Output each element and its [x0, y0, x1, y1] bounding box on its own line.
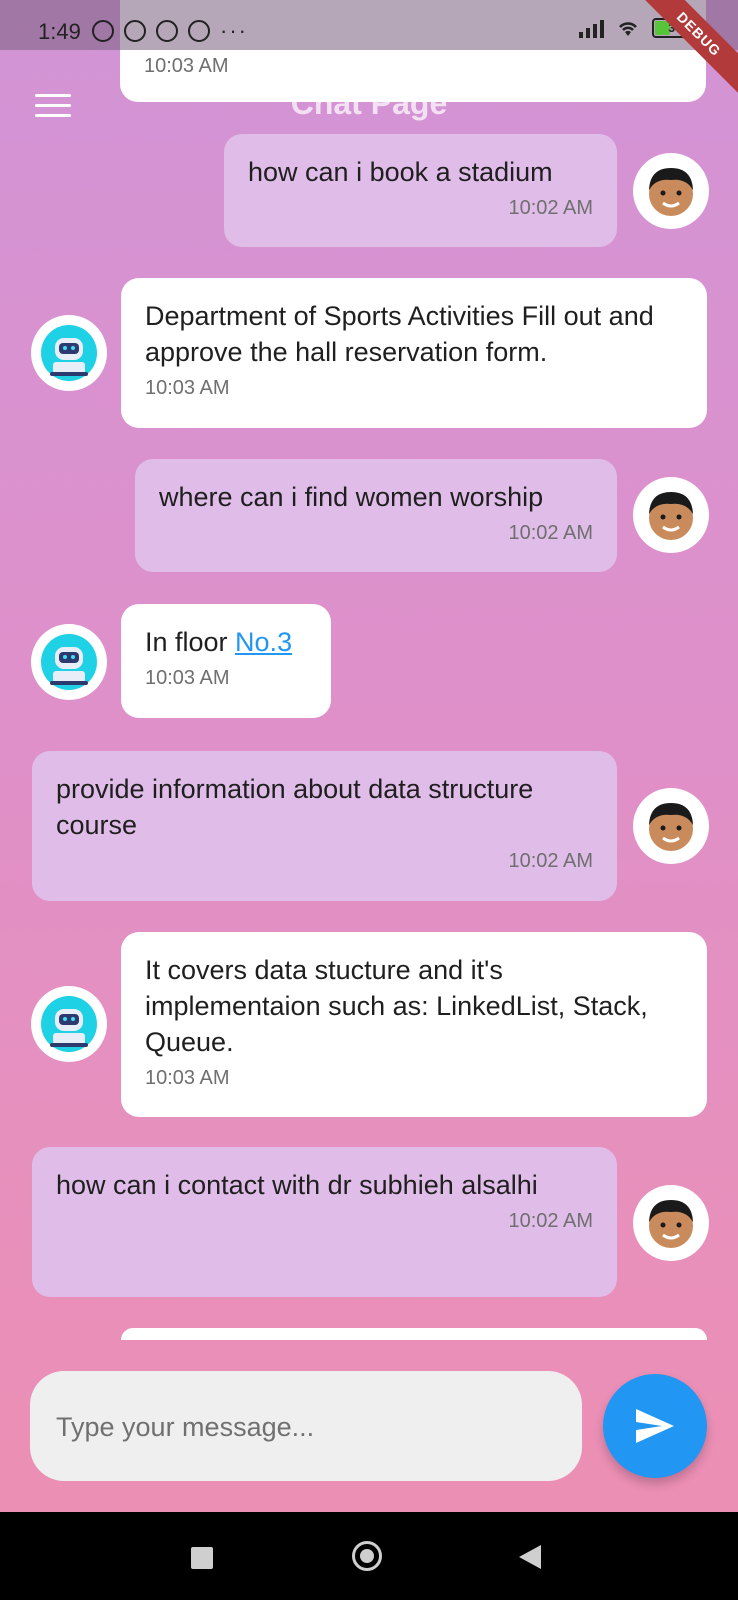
user-avatar — [633, 1185, 709, 1261]
message-bubble-user: provide information about data structure… — [32, 751, 617, 901]
message-text: provide information about data structure… — [56, 774, 534, 840]
boy-avatar-icon — [649, 1200, 693, 1248]
send-button[interactable] — [603, 1374, 707, 1478]
message-time: 10:03 AM — [145, 667, 230, 689]
bot-avatar — [31, 986, 107, 1062]
message-bubble-bot-partial — [121, 1328, 707, 1340]
app-notification-icon — [188, 20, 210, 42]
message-bubble-bot: In floor No.3 10:03 AM — [121, 604, 331, 718]
message-text: how can i contact with dr subhieh alsalh… — [56, 1170, 538, 1200]
message-time: 10:02 AM — [508, 850, 593, 872]
message-time: 10:03 AM — [145, 377, 230, 399]
bot-avatar — [31, 315, 107, 391]
data-saver-icon — [156, 20, 178, 42]
robot-avatar-icon — [41, 996, 97, 1052]
user-avatar — [633, 153, 709, 229]
back-icon[interactable] — [519, 1545, 541, 1569]
message-time: 10:03 AM — [144, 55, 229, 77]
send-icon — [636, 1409, 674, 1443]
signal-icon — [579, 18, 604, 38]
user-avatar — [633, 477, 709, 553]
alarm-icon — [124, 20, 146, 42]
user-avatar — [633, 788, 709, 864]
message-time: 10:02 AM — [508, 1210, 593, 1232]
message-bubble-user: how can i book a stadium 10:02 AM — [224, 134, 617, 247]
message-bubble-user: where can i find women worship 10:02 AM — [135, 459, 617, 572]
recent-apps-icon[interactable] — [191, 1547, 213, 1569]
page-title: Chat Page — [290, 85, 448, 121]
message-time: 10:02 AM — [508, 197, 593, 219]
status-bar: 1:49 ··· 36 — [0, 0, 738, 50]
message-input-container — [30, 1371, 586, 1483]
system-navigation-bar — [0, 1512, 738, 1600]
robot-avatar-icon — [41, 634, 97, 690]
boy-avatar-icon — [649, 803, 693, 851]
mute-icon — [92, 20, 114, 42]
message-time: 10:02 AM — [508, 522, 593, 544]
robot-avatar-icon — [41, 325, 97, 381]
message-input[interactable] — [54, 1371, 586, 1483]
message-bubble-bot: It covers data stucture and it's impleme… — [121, 932, 707, 1117]
floor-link[interactable]: No.3 — [235, 627, 292, 657]
message-text: how can i book a stadium — [248, 157, 553, 187]
message-text: Department of Sports Activities Fill out… — [145, 301, 654, 367]
message-text: It covers data stucture and it's impleme… — [145, 955, 648, 1057]
bot-avatar — [31, 624, 107, 700]
message-text: where can i find women worship — [159, 482, 544, 512]
message-text: In floor No.3 — [145, 624, 307, 660]
status-time: 1:49 — [38, 19, 81, 44]
message-time: 10:03 AM — [145, 1067, 230, 1089]
message-bubble-bot: Department of Sports Activities Fill out… — [121, 278, 707, 428]
home-icon[interactable] — [352, 1541, 382, 1571]
wifi-icon — [619, 22, 637, 36]
message-text-prefix: In floor — [145, 627, 236, 657]
boy-avatar-icon — [649, 168, 693, 216]
message-bubble-user: how can i contact with dr subhieh alsalh… — [32, 1147, 617, 1297]
boy-avatar-icon — [649, 492, 693, 540]
notification-icons: ··· — [92, 18, 248, 44]
more-notifications-icon: ··· — [220, 18, 248, 43]
